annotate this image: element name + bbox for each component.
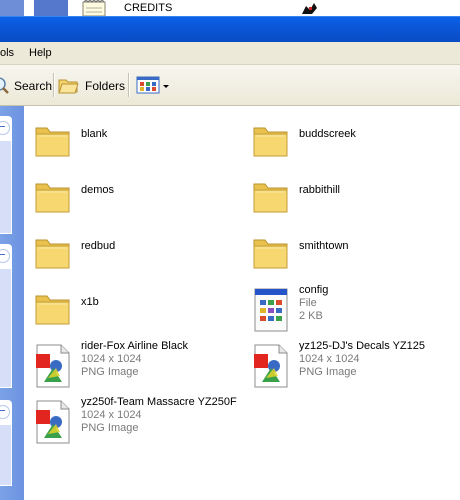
folders-icon — [57, 75, 81, 98]
search-button[interactable]: Search — [0, 73, 52, 99]
folder-icon — [34, 232, 70, 272]
folder-item[interactable]: x1b — [24, 282, 234, 330]
views-button[interactable] — [136, 73, 169, 99]
file-item[interactable]: yz250f-Team Massacre YZ250F 1024 x 1024 … — [24, 394, 237, 444]
folder-name: buddscreek — [299, 128, 356, 140]
collapse-chevron-icon[interactable] — [0, 249, 10, 263]
file-dimensions: 1024 x 1024 — [81, 409, 142, 421]
folder-item[interactable]: buddscreek — [242, 114, 452, 162]
task-pane-section — [0, 140, 12, 234]
file-type: PNG Image — [81, 422, 139, 434]
folder-name: x1b — [81, 296, 99, 308]
file-type: File — [299, 297, 317, 309]
desktop-shortcut-icon[interactable] — [300, 2, 320, 16]
menu-help[interactable]: Help — [29, 47, 52, 59]
folder-name: demos — [81, 184, 115, 196]
desktop-icon-fragment — [34, 0, 68, 16]
notepad-icon[interactable] — [80, 0, 108, 16]
folder-name: rabbithill — [299, 184, 340, 196]
png-image-icon — [34, 400, 70, 444]
file-item[interactable]: rider-Fox Airline Black 1024 x 1024 PNG … — [24, 338, 234, 388]
folder-icon — [252, 120, 288, 160]
file-size: 2 KB — [299, 310, 323, 322]
folder-item[interactable]: smithtown — [242, 226, 452, 274]
task-pane — [0, 106, 24, 500]
folder-item[interactable]: rabbithill — [242, 170, 452, 218]
collapse-chevron-icon[interactable] — [0, 121, 10, 135]
file-dimensions: 1024 x 1024 — [299, 353, 360, 365]
menu-tools[interactable]: ols — [0, 47, 14, 59]
window-title-bar[interactable] — [0, 16, 460, 43]
desktop-background: CREDITS — [0, 0, 460, 16]
file-name: rider-Fox Airline Black — [81, 340, 188, 352]
desktop-edge — [0, 0, 24, 16]
desktop-icon-credits-label[interactable]: CREDITS — [124, 2, 172, 14]
folder-icon — [34, 176, 70, 216]
toolbar: Search Folders — [0, 65, 460, 106]
file-name: yz250f-Team Massacre YZ250F — [81, 396, 237, 408]
toolbar-separator — [53, 73, 55, 97]
task-pane-section — [0, 424, 12, 486]
task-pane-header[interactable] — [0, 244, 12, 268]
search-icon — [0, 75, 10, 98]
file-type: PNG Image — [299, 366, 357, 378]
folder-item[interactable]: redbud — [24, 226, 234, 274]
folder-icon — [34, 120, 70, 160]
folder-icon — [252, 176, 288, 216]
folders-button[interactable]: Folders — [57, 73, 125, 99]
folder-item[interactable]: blank — [24, 114, 234, 162]
file-dimensions: 1024 x 1024 — [81, 353, 142, 365]
file-type: PNG Image — [81, 366, 139, 378]
file-name: yz125-DJ's Decals YZ125 — [299, 340, 426, 352]
file-name: config — [299, 284, 329, 296]
png-image-icon — [34, 344, 70, 388]
png-image-icon — [252, 344, 288, 388]
collapse-chevron-icon[interactable] — [0, 405, 10, 419]
dropdown-arrow-icon — [163, 80, 169, 92]
menu-bar: ols Help — [0, 42, 460, 65]
file-item[interactable]: yz125-DJ's Decals YZ125 1024 x 1024 PNG … — [242, 338, 452, 388]
toolbar-separator — [128, 73, 130, 97]
file-item[interactable]: config File 2 KB — [242, 282, 452, 332]
folder-name: smithtown — [299, 240, 349, 252]
task-pane-header[interactable] — [0, 116, 12, 140]
folder-icon — [34, 288, 70, 328]
task-pane-section — [0, 268, 12, 388]
task-pane-header[interactable] — [0, 400, 12, 424]
search-label: Search — [14, 79, 53, 93]
views-icon — [136, 75, 160, 98]
file-list: blank buddscreek demos rabbithill redbud… — [24, 106, 460, 500]
folder-item[interactable]: demos — [24, 170, 234, 218]
folder-name: blank — [81, 128, 108, 140]
folder-icon — [252, 232, 288, 272]
folders-label: Folders — [85, 79, 126, 93]
config-file-icon — [252, 288, 288, 332]
folder-name: redbud — [81, 240, 116, 252]
